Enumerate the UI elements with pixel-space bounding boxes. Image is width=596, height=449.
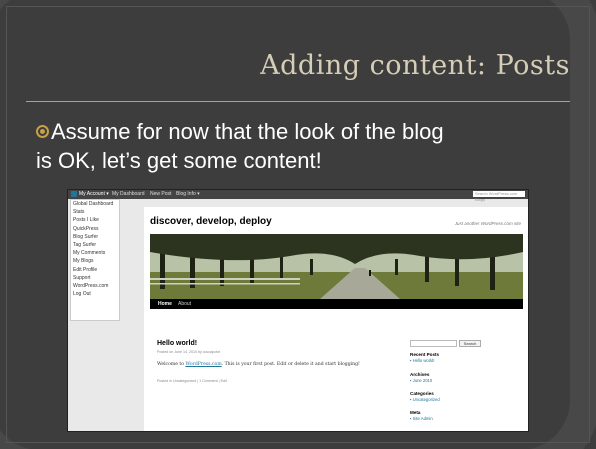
header-image <box>150 234 523 299</box>
admin-my-account[interactable]: My Account ▾ <box>79 191 109 197</box>
menu-item-blog-surfer[interactable]: Blog Surfer <box>71 233 119 241</box>
sidebar-search-button[interactable]: Search <box>459 340 481 347</box>
bullet-line-1: Assume for now that the look of the blog <box>51 119 444 144</box>
title-rule <box>26 101 570 102</box>
post-footer: Posted in Uncategorized | 1 Comment | Ed… <box>157 379 227 383</box>
account-dropdown-menu: Global Dashboard Stats Posts I Like Quic… <box>70 199 120 321</box>
post-body-prefix: Welcome to <box>157 362 186 367</box>
menu-item-support[interactable]: Support <box>71 274 119 282</box>
blog-nav: Home About <box>150 299 523 309</box>
bullet-text: Assume for now that the look of the blog… <box>36 117 581 175</box>
recent-posts-heading: Recent Posts <box>410 352 440 357</box>
wordpress-logo-icon[interactable] <box>71 191 77 197</box>
archive-link[interactable]: ▪ June 2010 <box>410 378 432 383</box>
menu-item-my-blogs[interactable]: My Blogs <box>71 257 119 265</box>
nav-about[interactable]: About <box>178 301 191 307</box>
menu-item-tag-surfer[interactable]: Tag Surfer <box>71 241 119 249</box>
sidebar-search-input[interactable] <box>410 340 457 347</box>
site-admin-link[interactable]: ▪ Site Admin <box>410 416 433 421</box>
slide-title: Adding content: Posts <box>260 50 570 81</box>
post-title[interactable]: Hello world! <box>157 340 197 347</box>
archives-heading: Archives <box>410 372 430 377</box>
tree-lined-road-image <box>150 234 523 299</box>
blog-tagline: Just another WordPress.com site <box>454 221 521 226</box>
blog-page: discover, develop, deploy Just another W… <box>144 207 528 431</box>
meta-heading: Meta <box>410 410 421 415</box>
wordpress-link[interactable]: WordPress.com <box>185 362 221 367</box>
admin-search-input[interactable]: Search WordPress.com Blogs <box>473 191 525 202</box>
post-body: Welcome to WordPress.com. This is your f… <box>157 362 360 367</box>
menu-item-global-dashboard[interactable]: Global Dashboard <box>71 200 119 208</box>
menu-item-log-out[interactable]: Log Out <box>71 290 119 298</box>
nav-home[interactable]: Home <box>158 301 172 307</box>
admin-my-dashboard[interactable]: My Dashboard <box>112 191 145 197</box>
categories-heading: Categories <box>410 391 434 396</box>
admin-new-post[interactable]: New Post <box>150 191 171 197</box>
menu-item-quickpress[interactable]: QuickPress <box>71 225 119 233</box>
admin-bar: My Account ▾ My Dashboard New Post Blog … <box>68 190 528 202</box>
menu-item-posts-i-like[interactable]: Posts I Like <box>71 216 119 224</box>
slide: Adding content: Posts Assume for now tha… <box>0 0 596 449</box>
menu-item-my-comments[interactable]: My Comments <box>71 249 119 257</box>
wordpress-screenshot: My Account ▾ My Dashboard New Post Blog … <box>67 189 529 432</box>
menu-item-wordpress-com[interactable]: WordPress.com <box>71 282 119 290</box>
category-link[interactable]: ▪ Uncategorized <box>410 397 440 402</box>
post-body-suffix: . This is your first post. Edit or delet… <box>221 362 360 367</box>
blog-title[interactable]: discover, develop, deploy <box>150 216 272 227</box>
bullet-icon <box>36 125 49 138</box>
admin-blog-info[interactable]: Blog Info ▾ <box>176 191 200 197</box>
bullet-line-2: is OK, let’s get some content! <box>36 148 322 173</box>
menu-item-edit-profile[interactable]: Edit Profile <box>71 266 119 274</box>
recent-post-link[interactable]: ▪ Hello world! <box>410 358 435 363</box>
menu-item-stats[interactable]: Stats <box>71 208 119 216</box>
post-meta: Posted on June 14, 2010 by cocoapoint <box>157 350 221 354</box>
